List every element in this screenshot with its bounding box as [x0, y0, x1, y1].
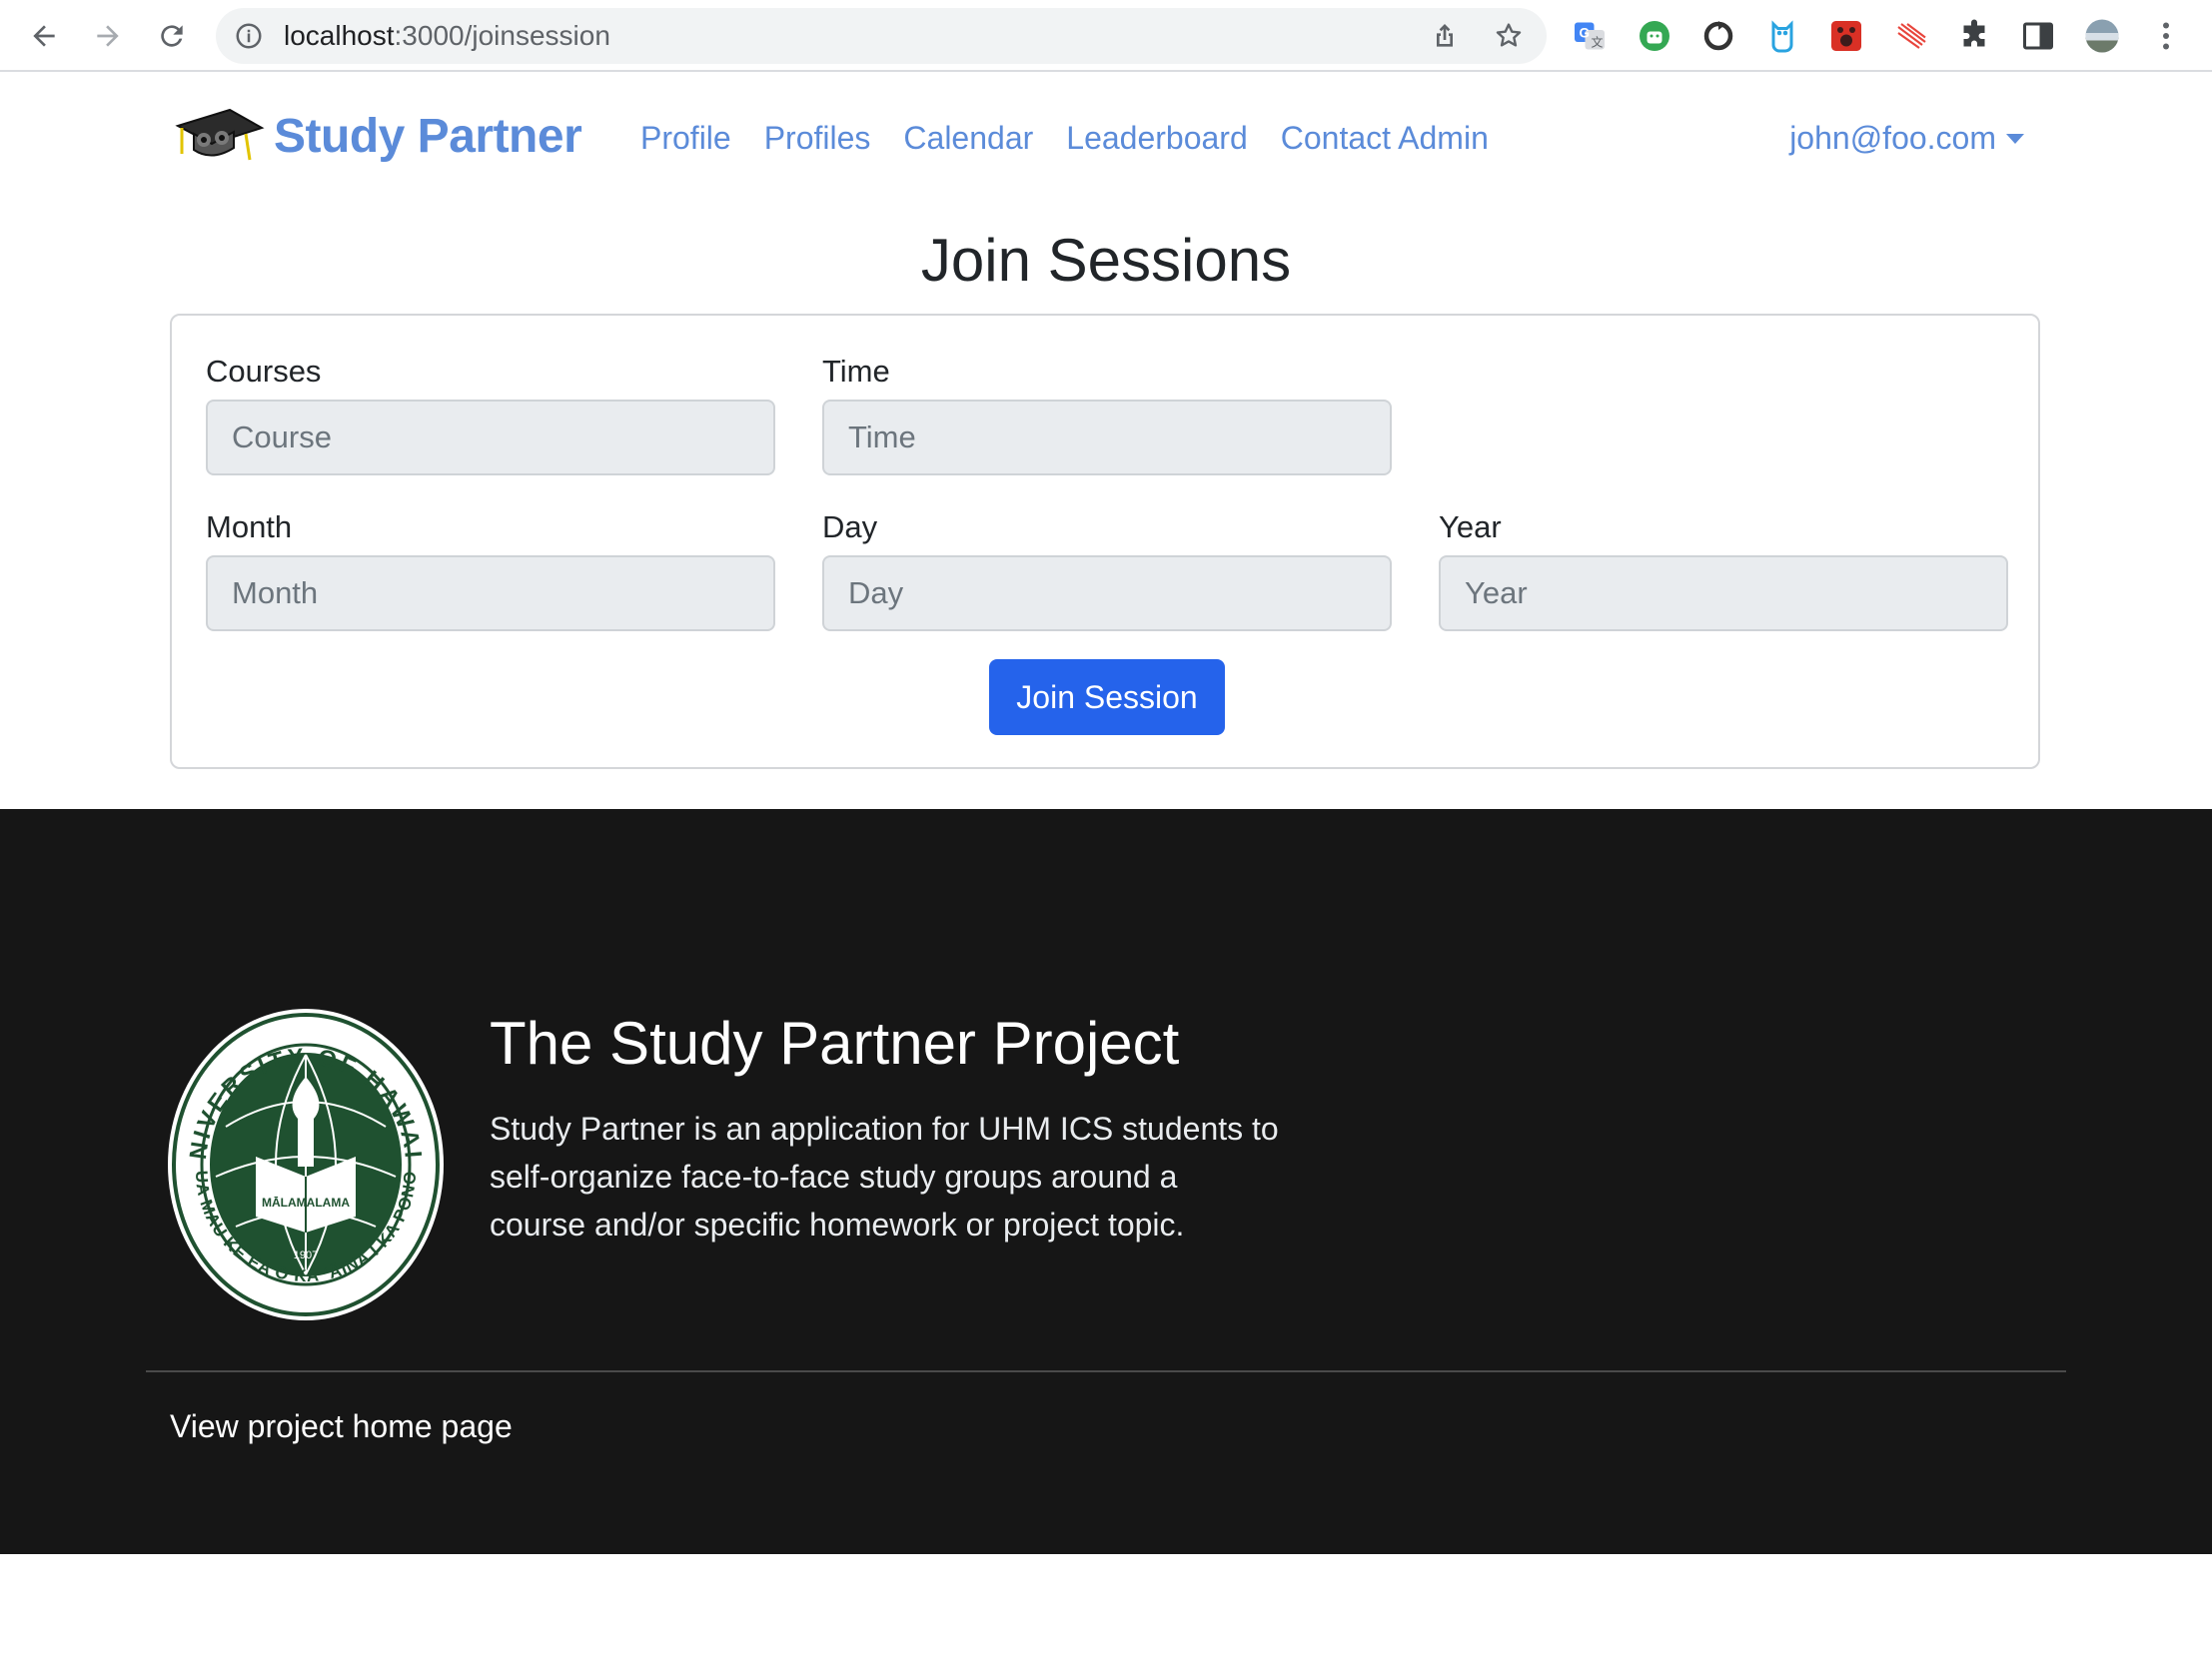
paw-extension-icon[interactable] — [1826, 16, 1866, 56]
footer: MĀLAMALAMA 1907 UNIVERSITY OF HAWAI‘I UA… — [0, 809, 2212, 1554]
footer-description: Study Partner is an application for UHM … — [490, 1111, 1279, 1243]
courses-field: Courses Course — [206, 354, 775, 475]
year-label: Year — [1439, 509, 1502, 544]
url-text[interactable]: localhost:3000/joinsession — [284, 22, 610, 50]
reload-icon[interactable] — [150, 14, 194, 58]
chevron-down-icon — [2006, 133, 2024, 144]
svg-text:G: G — [1580, 26, 1591, 41]
month-field: Month Month — [206, 509, 775, 631]
year-field: Year Year — [1439, 509, 2008, 631]
time-field: Time Time — [822, 354, 1392, 475]
nav-links: Profile Profiles Calendar Leaderboard Co… — [640, 120, 1522, 157]
day-input[interactable]: Day — [822, 555, 1392, 631]
nav-link-leaderboard[interactable]: Leaderboard — [1066, 120, 1247, 157]
year-input[interactable]: Year — [1439, 555, 2008, 631]
browser-toolbar: localhost:3000/joinsession G文 — [0, 0, 2212, 72]
page-title: Join Sessions — [920, 227, 1292, 294]
footer-divider — [146, 1370, 2066, 1372]
user-dropdown[interactable]: john@foo.com — [1789, 120, 2024, 157]
bookmark-star-icon[interactable] — [1493, 20, 1525, 52]
kebab-menu-icon[interactable] — [2146, 16, 2186, 56]
puzzle-extensions-icon[interactable] — [1954, 16, 1994, 56]
address-bar[interactable]: localhost:3000/joinsession — [216, 8, 1547, 64]
owl-extension-icon[interactable] — [1762, 16, 1802, 56]
courses-input[interactable]: Course — [206, 400, 775, 475]
page: localhost:3000/joinsession G文 Study Part… — [0, 0, 2212, 1664]
share-icon[interactable] — [1429, 20, 1461, 52]
user-email[interactable]: john@foo.com — [1789, 120, 1996, 157]
side-panel-icon[interactable] — [2018, 16, 2058, 56]
time-label: Time — [822, 354, 890, 389]
join-session-form: Courses Course Time Time Month Month Day… — [170, 314, 2040, 769]
project-home-link[interactable]: View project home page — [170, 1408, 513, 1445]
info-icon[interactable] — [234, 21, 264, 51]
month-input[interactable]: Month — [206, 555, 775, 631]
courses-label: Courses — [206, 354, 322, 389]
android-extension-icon[interactable] — [1635, 16, 1674, 56]
app-navbar: Study Partner Profile Profiles Calendar … — [0, 74, 2212, 204]
day-label: Day — [822, 509, 878, 544]
graduation-cap-logo-icon — [175, 108, 265, 161]
nav-link-profile[interactable]: Profile — [640, 120, 731, 157]
nav-link-contact-admin[interactable]: Contact Admin — [1281, 120, 1489, 157]
nav-link-calendar[interactable]: Calendar — [903, 120, 1033, 157]
join-session-button[interactable]: Join Session — [989, 659, 1225, 735]
day-field: Day Day — [822, 509, 1392, 631]
university-of-hawaii-seal: MĀLAMALAMA 1907 UNIVERSITY OF HAWAI‘I UA… — [166, 1007, 444, 1320]
sync-extension-icon[interactable] — [1698, 16, 1738, 56]
seal-book-text: MĀLAMALAMA — [262, 1196, 350, 1210]
stripes-extension-icon[interactable] — [1890, 16, 1930, 56]
seal-year: 1907 — [294, 1249, 318, 1261]
time-input[interactable]: Time — [822, 400, 1392, 475]
footer-title: The Study Partner Project — [490, 1010, 1180, 1077]
brand-link[interactable]: Study Partner — [172, 104, 582, 168]
svg-text:文: 文 — [1592, 35, 1604, 50]
forward-arrow-icon[interactable] — [86, 14, 130, 58]
nav-link-profiles[interactable]: Profiles — [764, 120, 871, 157]
profile-avatar-icon[interactable] — [2082, 16, 2122, 56]
google-translate-icon[interactable]: G文 — [1570, 16, 1610, 56]
brand-name[interactable]: Study Partner — [274, 109, 582, 164]
month-label: Month — [206, 509, 293, 544]
back-arrow-icon[interactable] — [22, 14, 66, 58]
